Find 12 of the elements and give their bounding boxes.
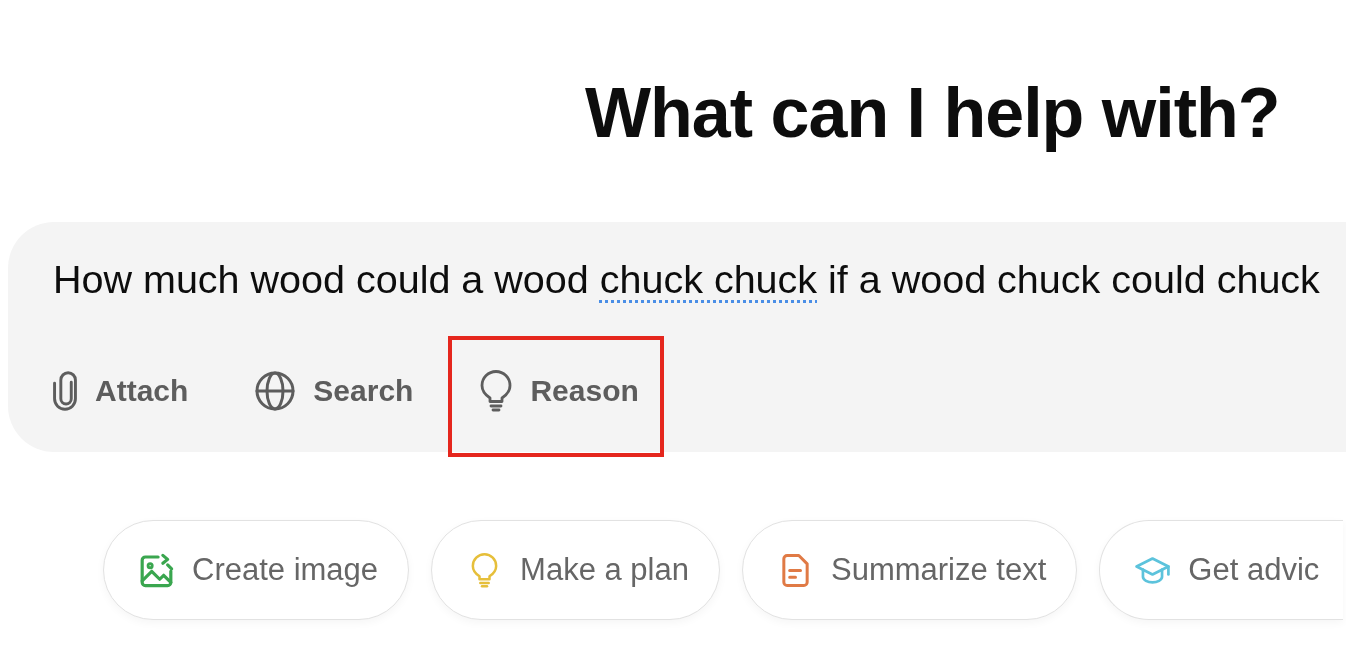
prompt-field[interactable]: How much wood could a wood chuck chuck if a wood chuck could chuck	[53, 256, 1320, 303]
suggestion-chip[interactable]: Summarize text	[742, 520, 1078, 620]
suggestion-chip[interactable]: Get advic	[1099, 520, 1343, 620]
suggestion-chip[interactable]: Create image	[103, 520, 410, 620]
search-button[interactable]: Search	[255, 369, 414, 413]
reason-button[interactable]: Reason	[480, 369, 639, 413]
page-heading: What can I help with?	[585, 73, 1280, 153]
paperclip-icon	[53, 371, 77, 411]
globe-icon	[255, 371, 296, 411]
attach-button[interactable]: Attach	[53, 369, 189, 413]
suggestion-chip[interactable]: Make a plan	[431, 520, 720, 620]
lightbulb-icon	[480, 370, 513, 412]
